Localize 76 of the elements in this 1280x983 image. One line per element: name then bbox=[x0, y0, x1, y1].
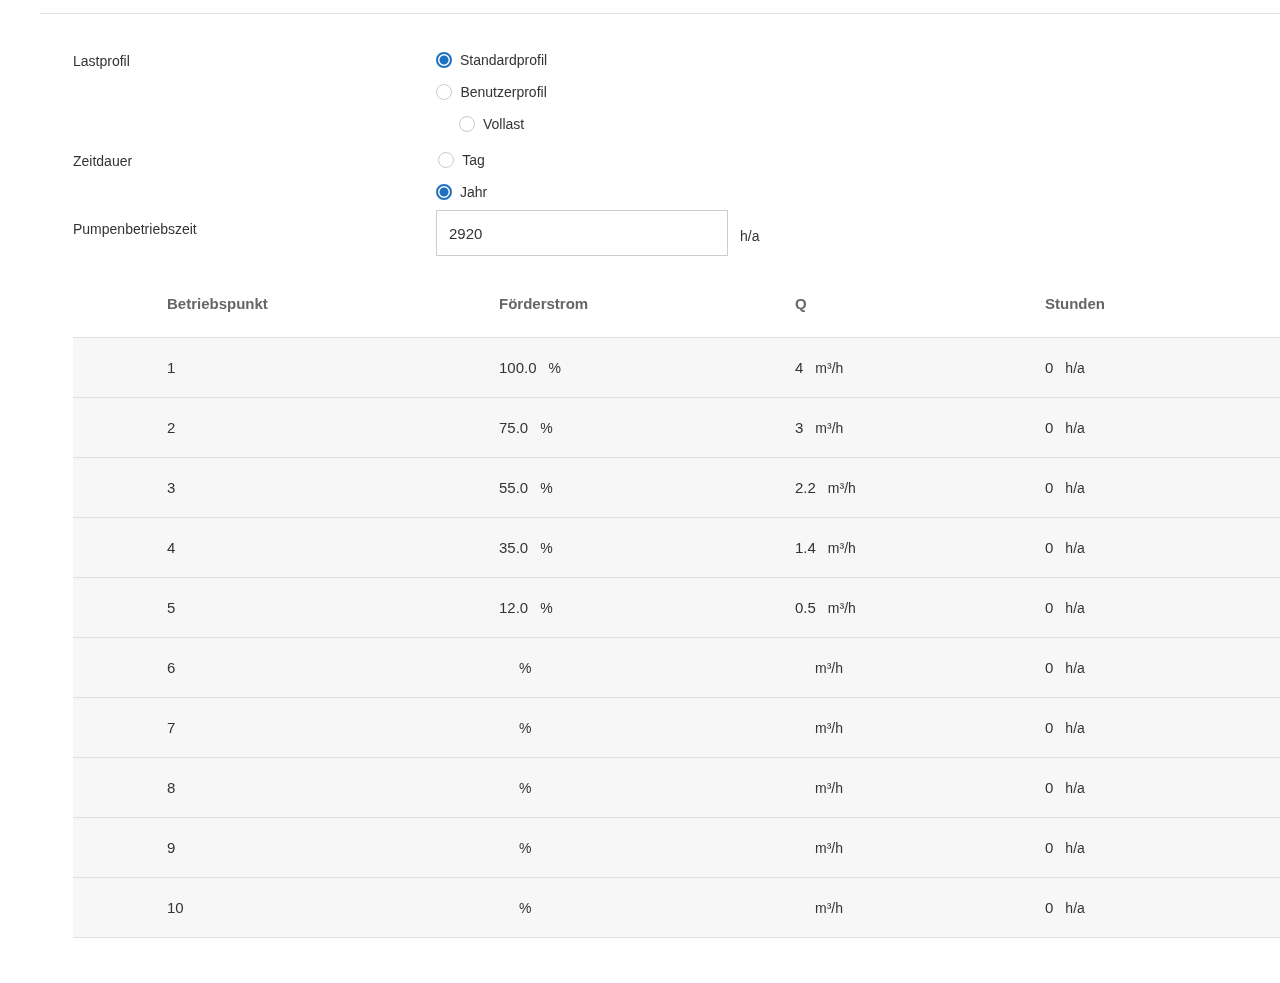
table-cell-text: 5 bbox=[166, 599, 177, 616]
unit-label: h/a bbox=[1065, 359, 1085, 376]
table-cell-text: 9 bbox=[166, 839, 177, 856]
cell-value: 35.0 bbox=[499, 539, 529, 556]
radio-option[interactable]: Standardprofil bbox=[436, 48, 548, 72]
field-label: Zeitdauer bbox=[73, 152, 134, 171]
table-cell-text: 8 bbox=[166, 779, 177, 796]
cell-value: 3 bbox=[795, 419, 804, 436]
unit-label: h/a bbox=[1065, 839, 1085, 856]
unit-label: % bbox=[519, 779, 532, 796]
radio-option[interactable]: Tag bbox=[438, 148, 485, 172]
cell-value: 0.5 bbox=[795, 599, 816, 616]
unit-label: h/a bbox=[1065, 599, 1085, 616]
unit-label: m³/h bbox=[827, 539, 856, 556]
cell-value: 0 bbox=[1045, 839, 1054, 856]
column-header: Förderstrom bbox=[499, 295, 590, 312]
unit-label: m³/h bbox=[815, 779, 843, 796]
column-header: Stunden bbox=[1045, 295, 1106, 312]
table-cell-text: 2 bbox=[166, 419, 177, 436]
unit-label: m³/h bbox=[815, 839, 843, 856]
column-header: Betriebspunkt bbox=[166, 295, 269, 312]
unit-label: % bbox=[548, 359, 561, 376]
cell-value: 0 bbox=[1045, 659, 1054, 676]
radio-option[interactable]: Jahr bbox=[436, 180, 488, 204]
unit-label: % bbox=[519, 719, 532, 736]
unit-label: h/a bbox=[1065, 539, 1085, 556]
unit-label: h/a bbox=[1065, 779, 1085, 796]
radio-option[interactable]: Benutzerprofil bbox=[436, 80, 547, 104]
unit-label: % bbox=[540, 419, 553, 436]
cell-value: 100.0 bbox=[499, 359, 537, 376]
unit-label: % bbox=[519, 839, 532, 856]
cell-value: 0 bbox=[1045, 479, 1054, 496]
unit-label: % bbox=[540, 599, 553, 616]
unit-label: m³/h bbox=[815, 359, 844, 376]
radio-button[interactable] bbox=[436, 184, 452, 200]
unit-label: m³/h bbox=[827, 479, 856, 496]
cell-value: 4 bbox=[795, 359, 804, 376]
table-cell-text: 3 bbox=[166, 479, 177, 496]
cell-value: 0 bbox=[1045, 599, 1054, 616]
unit-label: h/a bbox=[1065, 479, 1085, 496]
cell-value: 0 bbox=[1045, 719, 1054, 736]
unit-label: m³/h bbox=[815, 419, 844, 436]
unit-label: h/a bbox=[1065, 899, 1085, 916]
table-cell-text: 10 bbox=[166, 899, 185, 916]
unit-label: % bbox=[519, 899, 532, 916]
unit-label: h/a bbox=[1065, 419, 1085, 436]
cell-value: 75.0 bbox=[499, 419, 529, 436]
unit-label: h/a bbox=[1065, 719, 1085, 736]
unit-label: m³/h bbox=[815, 719, 843, 736]
cell-value: 0 bbox=[1045, 899, 1054, 916]
unit-label: m³/h bbox=[815, 899, 843, 916]
table-cell-text: 4 bbox=[166, 539, 177, 556]
cell-value: 0 bbox=[1045, 779, 1054, 796]
unit-label: h/a bbox=[1065, 659, 1085, 676]
radio-button[interactable] bbox=[436, 52, 452, 68]
cell-value: 0 bbox=[1045, 359, 1054, 376]
radio-option[interactable]: Vollast bbox=[458, 112, 525, 136]
column-header: Q bbox=[795, 295, 808, 312]
field-label: Pumpenbetriebszeit bbox=[73, 220, 198, 239]
unit-label: % bbox=[519, 659, 532, 676]
field-label: Lastprofil bbox=[73, 52, 131, 71]
table-cell-text: 6 bbox=[166, 659, 177, 676]
table-cell-text: 1 bbox=[166, 359, 177, 376]
unit-label: % bbox=[540, 479, 553, 496]
cell-value: 55.0 bbox=[499, 479, 529, 496]
cell-value: 1.4 bbox=[795, 539, 816, 556]
table-cell-text: 7 bbox=[166, 719, 177, 736]
unit-label: h/a bbox=[740, 228, 760, 244]
unit-label: m³/h bbox=[827, 599, 856, 616]
unit-label: % bbox=[540, 539, 553, 556]
input-field[interactable]: 2920 bbox=[436, 210, 728, 256]
cell-value: 0 bbox=[1045, 419, 1054, 436]
unit-label: m³/h bbox=[815, 659, 843, 676]
cell-value: 12.0 bbox=[499, 599, 529, 616]
cell-value: 0 bbox=[1045, 539, 1054, 556]
cell-value: 2.2 bbox=[795, 479, 816, 496]
